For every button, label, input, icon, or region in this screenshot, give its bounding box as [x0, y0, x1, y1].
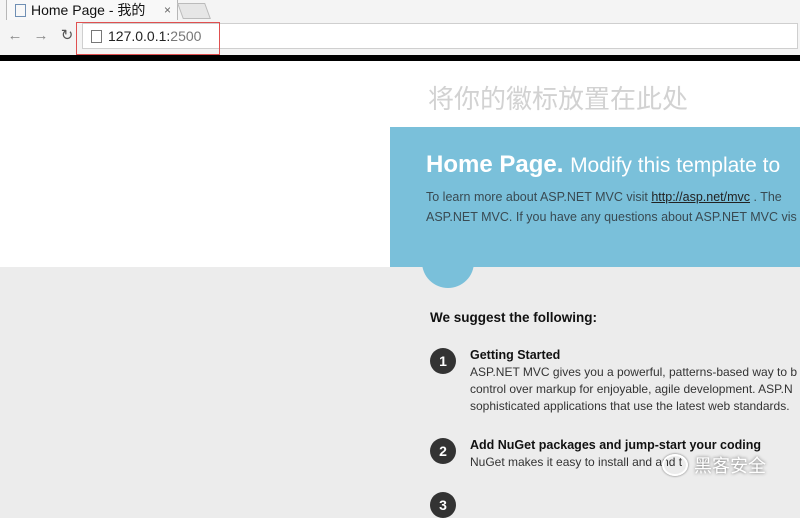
new-tab-button[interactable]	[177, 3, 211, 19]
tab-strip: Home Page - 我的 ×	[0, 0, 800, 20]
step-body: NuGet makes it easy to install and and t	[470, 454, 682, 471]
step-line: NuGet makes it easy to install and and t	[470, 455, 683, 469]
hero-subtitle: Modify this template to	[570, 154, 781, 177]
forward-arrow-icon[interactable]: →	[32, 26, 50, 44]
hero-title: Home Page.	[426, 151, 564, 178]
watermark-text: 黑客安全	[694, 456, 766, 476]
hero-line1-prefix: To learn more about ASP.NET MVC visit	[426, 190, 652, 204]
browser-toolbar: ← → ↻ 127.0.0.1:2500	[0, 20, 800, 55]
browser-tab[interactable]: Home Page - 我的 ×	[6, 0, 178, 20]
step-line: sophisticated applications that use the …	[470, 399, 790, 413]
step-body: ASP.NET MVC gives you a powerful, patter…	[470, 364, 797, 415]
site-header: 将你的徽标放置在此处 Home Page. Modify this templa…	[0, 61, 800, 267]
reload-icon[interactable]: ↻	[58, 26, 76, 44]
back-arrow-icon[interactable]: ←	[6, 26, 24, 44]
asp-net-link[interactable]: http://asp.net/mvc	[651, 190, 750, 204]
step-line: control over markup for enjoyable, agile…	[470, 382, 793, 396]
watermark: 黑客安全	[662, 452, 766, 478]
highlight-box	[76, 22, 220, 55]
hero-heading: Home Page. Modify this template to	[426, 151, 780, 179]
step-number: 1	[430, 348, 456, 374]
wechat-icon	[662, 454, 688, 476]
step-title: Add NuGet packages and jump-start your c…	[470, 438, 762, 452]
hero-text: To learn more about ASP.NET MVC visit ht…	[426, 187, 797, 227]
page-icon	[15, 3, 26, 17]
hero-line1-suffix: . The	[750, 190, 782, 204]
hero-tab-decoration	[422, 246, 474, 288]
suggest-heading: We suggest the following:	[430, 310, 597, 325]
step-title: Getting Started	[470, 348, 561, 362]
step-number: 3	[430, 492, 456, 518]
hero-line2: ASP.NET MVC. If you have any questions a…	[426, 210, 797, 224]
step-number: 2	[430, 438, 456, 464]
close-tab-icon[interactable]: ×	[164, 3, 171, 17]
logo-placeholder: 将你的徽标放置在此处	[428, 85, 689, 115]
step-line: ASP.NET MVC gives you a powerful, patter…	[470, 365, 798, 379]
tab-title: Home Page - 我的	[31, 2, 146, 18]
